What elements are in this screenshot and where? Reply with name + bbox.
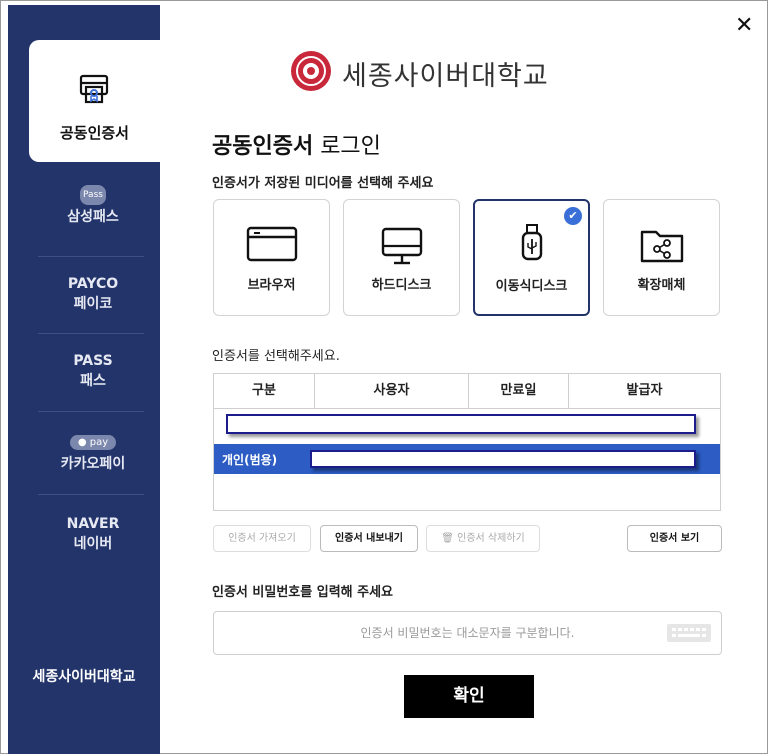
certificate-table: 구분 사용자 만료일 발급자 개인(범용) [213, 373, 721, 511]
redacted-block [310, 450, 696, 468]
sidebar-item-joint-certificate[interactable]: 공동인증서 [29, 40, 160, 162]
sidebar-item-pass[interactable]: PASS 패스 [38, 351, 148, 391]
sidebar-item-payco[interactable]: PAYCO 페이코 [38, 274, 148, 314]
sidebar-item-brand: PASS [73, 353, 113, 369]
sidebar-item-label: 카카오페이 [60, 456, 126, 472]
sidebar-item-brand: NAVER [66, 516, 120, 532]
media-prompt: 인증서가 저장된 미디어를 선택해 주세요 [212, 176, 434, 191]
cert-type: 개인(범용) [222, 453, 278, 467]
password-prompt: 인증서 비밀번호를 입력해 주세요 [212, 585, 394, 600]
media-extended[interactable]: 확장매체 [603, 199, 720, 316]
sidebar-item-label: 페이코 [73, 296, 113, 312]
confirm-button[interactable]: 확인 [404, 675, 534, 718]
delete-cert-label: 인증서 삭제하기 [457, 533, 525, 544]
sidebar-item-label: 삼성패스 [67, 209, 119, 225]
sidebar-item-label: 네이버 [73, 536, 113, 552]
sidebar-item-naver[interactable]: NAVER 네이버 [38, 514, 148, 554]
cert-prompt: 인증서를 선택해주세요. [212, 349, 340, 364]
samsung-pass-badge: Pass [80, 185, 106, 205]
import-cert-button[interactable]: 인증서 가져오기 [213, 525, 311, 552]
export-cert-button[interactable]: 인증서 내보내기 [320, 525, 418, 552]
sidebar-footer: 세종사이버대학교 [32, 669, 136, 685]
browser-icon [246, 226, 298, 266]
sidebar-item-samsung-pass[interactable]: Pass 삼성패스 [38, 182, 148, 227]
sidebar-divider [38, 411, 144, 412]
media-label: 이동식디스크 [495, 279, 568, 294]
media-label: 확장매체 [637, 278, 686, 293]
media-removable-disk[interactable]: ✔ 이동식디스크 [473, 199, 590, 316]
column-header: 구분 [214, 374, 315, 408]
media-label: 브라우저 [247, 278, 296, 293]
trash-icon: 🗑 [441, 533, 458, 544]
sidebar-item-kakaopay[interactable]: ● pay 카카오페이 [38, 430, 148, 474]
column-header: 만료일 [469, 374, 569, 408]
media-hard-disk[interactable]: 하드디스크 [343, 199, 460, 316]
university-logo: 세종사이버대학교 [290, 48, 549, 98]
keyboard-icon[interactable] [667, 624, 711, 642]
password-input[interactable]: 인증서 비밀번호는 대소문자를 구분합니다. [213, 611, 722, 655]
table-row-selected[interactable]: 개인(범용) [214, 444, 720, 474]
certificate-icon [77, 72, 111, 110]
kakaopay-badge: ● pay [69, 435, 117, 450]
sidebar-divider [38, 494, 144, 495]
share-folder-icon [639, 226, 685, 268]
redacted-block [226, 414, 696, 434]
seal-icon [290, 50, 332, 96]
title-bold: 공동인증서 [212, 134, 314, 159]
close-icon[interactable]: ✕ [735, 14, 753, 38]
university-name: 세종사이버대학교 [342, 60, 549, 92]
password-placeholder: 인증서 비밀번호는 대소문자를 구분합니다. [360, 626, 575, 640]
delete-cert-button[interactable]: 🗑 인증서 삭제하기 [426, 525, 540, 552]
page-title: 공동인증서 로그인 [212, 128, 381, 160]
view-cert-button[interactable]: 인증서 보기 [627, 525, 722, 552]
sidebar-item-label: 공동인증서 [59, 124, 129, 142]
column-header: 사용자 [315, 374, 469, 408]
usb-icon [520, 223, 544, 267]
monitor-icon [380, 226, 424, 270]
sidebar-divider [38, 256, 144, 257]
media-browser[interactable]: 브라우저 [213, 199, 330, 316]
table-row[interactable] [214, 410, 720, 438]
sidebar-item-label: 패스 [80, 373, 106, 389]
title-rest: 로그인 [313, 134, 381, 159]
column-header: 발급자 [626, 383, 663, 398]
sidebar-divider [38, 333, 144, 334]
table-header: 구분 사용자 만료일 발급자 [214, 374, 720, 409]
media-label: 하드디스크 [371, 278, 432, 293]
sidebar-item-brand: PAYCO [67, 276, 119, 292]
